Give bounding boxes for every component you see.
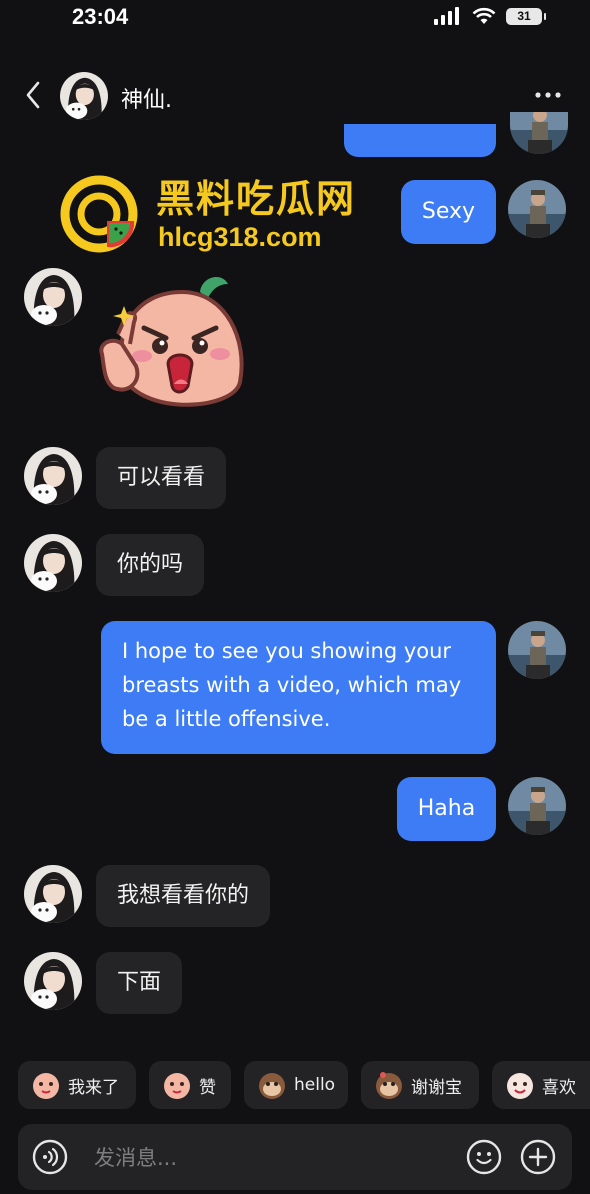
more-options-button[interactable] <box>530 80 566 110</box>
message-text: 我想看看你的 <box>117 883 250 908</box>
contact-avatar[interactable] <box>60 72 108 120</box>
chevron-left-icon <box>26 81 40 109</box>
voice-icon <box>32 1139 68 1175</box>
message-bubble-outgoing: Haha <box>397 777 496 841</box>
contact-avatar[interactable] <box>24 865 82 923</box>
status-bar: 23:04 31 <box>0 0 590 36</box>
quick-reply-label: 赞 <box>199 1077 216 1098</box>
contact-name[interactable]: 神仙. <box>121 82 172 114</box>
quick-reply-chip[interactable]: 谢谢宝 <box>361 1061 479 1109</box>
quick-reply-label: 我来了 <box>68 1077 119 1098</box>
message-input-bar <box>18 1124 572 1190</box>
sticker-icon <box>164 1073 190 1099</box>
message-bubble-outgoing: Sexy <box>401 180 496 244</box>
message-text: Haha <box>417 796 476 821</box>
watermark-logo-icon <box>60 175 138 253</box>
more-actions-button[interactable] <box>520 1139 556 1175</box>
angry-sticker-image <box>99 277 244 407</box>
sticker-icon <box>33 1073 59 1099</box>
quick-reply-label: 喜欢 <box>542 1077 576 1098</box>
quick-reply-chip[interactable]: 赞 <box>149 1061 231 1109</box>
quick-reply-chip[interactable]: 我来了 <box>18 1061 136 1109</box>
status-icons: 31 <box>434 7 546 25</box>
quick-reply-bar: 我来了 赞 hello 谢谢宝 喜欢 <box>18 1061 590 1109</box>
wifi-icon <box>472 7 496 24</box>
plus-icon <box>520 1139 556 1175</box>
message-bubble-incoming: 我想看看你的 <box>96 865 271 927</box>
user-avatar <box>510 112 568 154</box>
sticker-icon <box>507 1073 533 1099</box>
watermark-url: hlcg318.com <box>158 222 322 252</box>
quick-reply-chip[interactable]: hello <box>244 1061 348 1109</box>
battery-indicator: 31 <box>506 7 546 25</box>
chat-header: 神仙. <box>0 68 590 124</box>
message-input[interactable] <box>92 1137 456 1179</box>
message-text: 下面 <box>117 970 162 995</box>
contact-avatar[interactable] <box>24 534 82 592</box>
user-avatar[interactable] <box>508 621 566 679</box>
message-text-line: I hope to see you showing your <box>122 639 452 663</box>
back-button[interactable] <box>18 78 48 112</box>
watermark-logo: 黑料吃瓜网 hlcg318.com <box>60 172 380 256</box>
message-text: Sexy <box>421 199 476 224</box>
smiley-icon <box>466 1139 502 1175</box>
contact-avatar[interactable] <box>24 268 82 326</box>
monkey-sticker-icon <box>259 1073 285 1099</box>
message-text-line: breasts with a video, which may <box>122 673 462 697</box>
partial-message-bubble <box>344 124 496 157</box>
message-bubble-incoming: 下面 <box>96 952 183 1014</box>
message-bubble-incoming: 可以看看 <box>96 447 227 509</box>
contact-avatar[interactable] <box>24 952 82 1010</box>
quick-reply-label: hello <box>294 1075 336 1095</box>
status-time: 23:04 <box>72 4 129 29</box>
watermark-title: 黑料吃瓜网 <box>156 177 357 221</box>
more-dots-icon <box>535 92 561 98</box>
message-bubble-outgoing: I hope to see you showing your breasts w… <box>101 621 496 754</box>
voice-button[interactable] <box>32 1139 68 1175</box>
message-text-line: be a little offensive. <box>122 707 331 731</box>
monkey-sticker-icon <box>376 1072 402 1099</box>
message-text: 可以看看 <box>117 465 206 490</box>
contact-avatar[interactable] <box>24 447 82 505</box>
quick-reply-chip[interactable]: 喜欢 <box>492 1061 590 1109</box>
quick-reply-label: 谢谢宝 <box>411 1077 462 1098</box>
message-bubble-incoming: 你的吗 <box>96 534 205 596</box>
signal-icon <box>434 7 459 25</box>
user-avatar[interactable] <box>508 180 566 238</box>
emoji-button[interactable] <box>466 1139 502 1175</box>
user-avatar[interactable] <box>508 777 566 835</box>
message-text: 你的吗 <box>117 552 184 577</box>
